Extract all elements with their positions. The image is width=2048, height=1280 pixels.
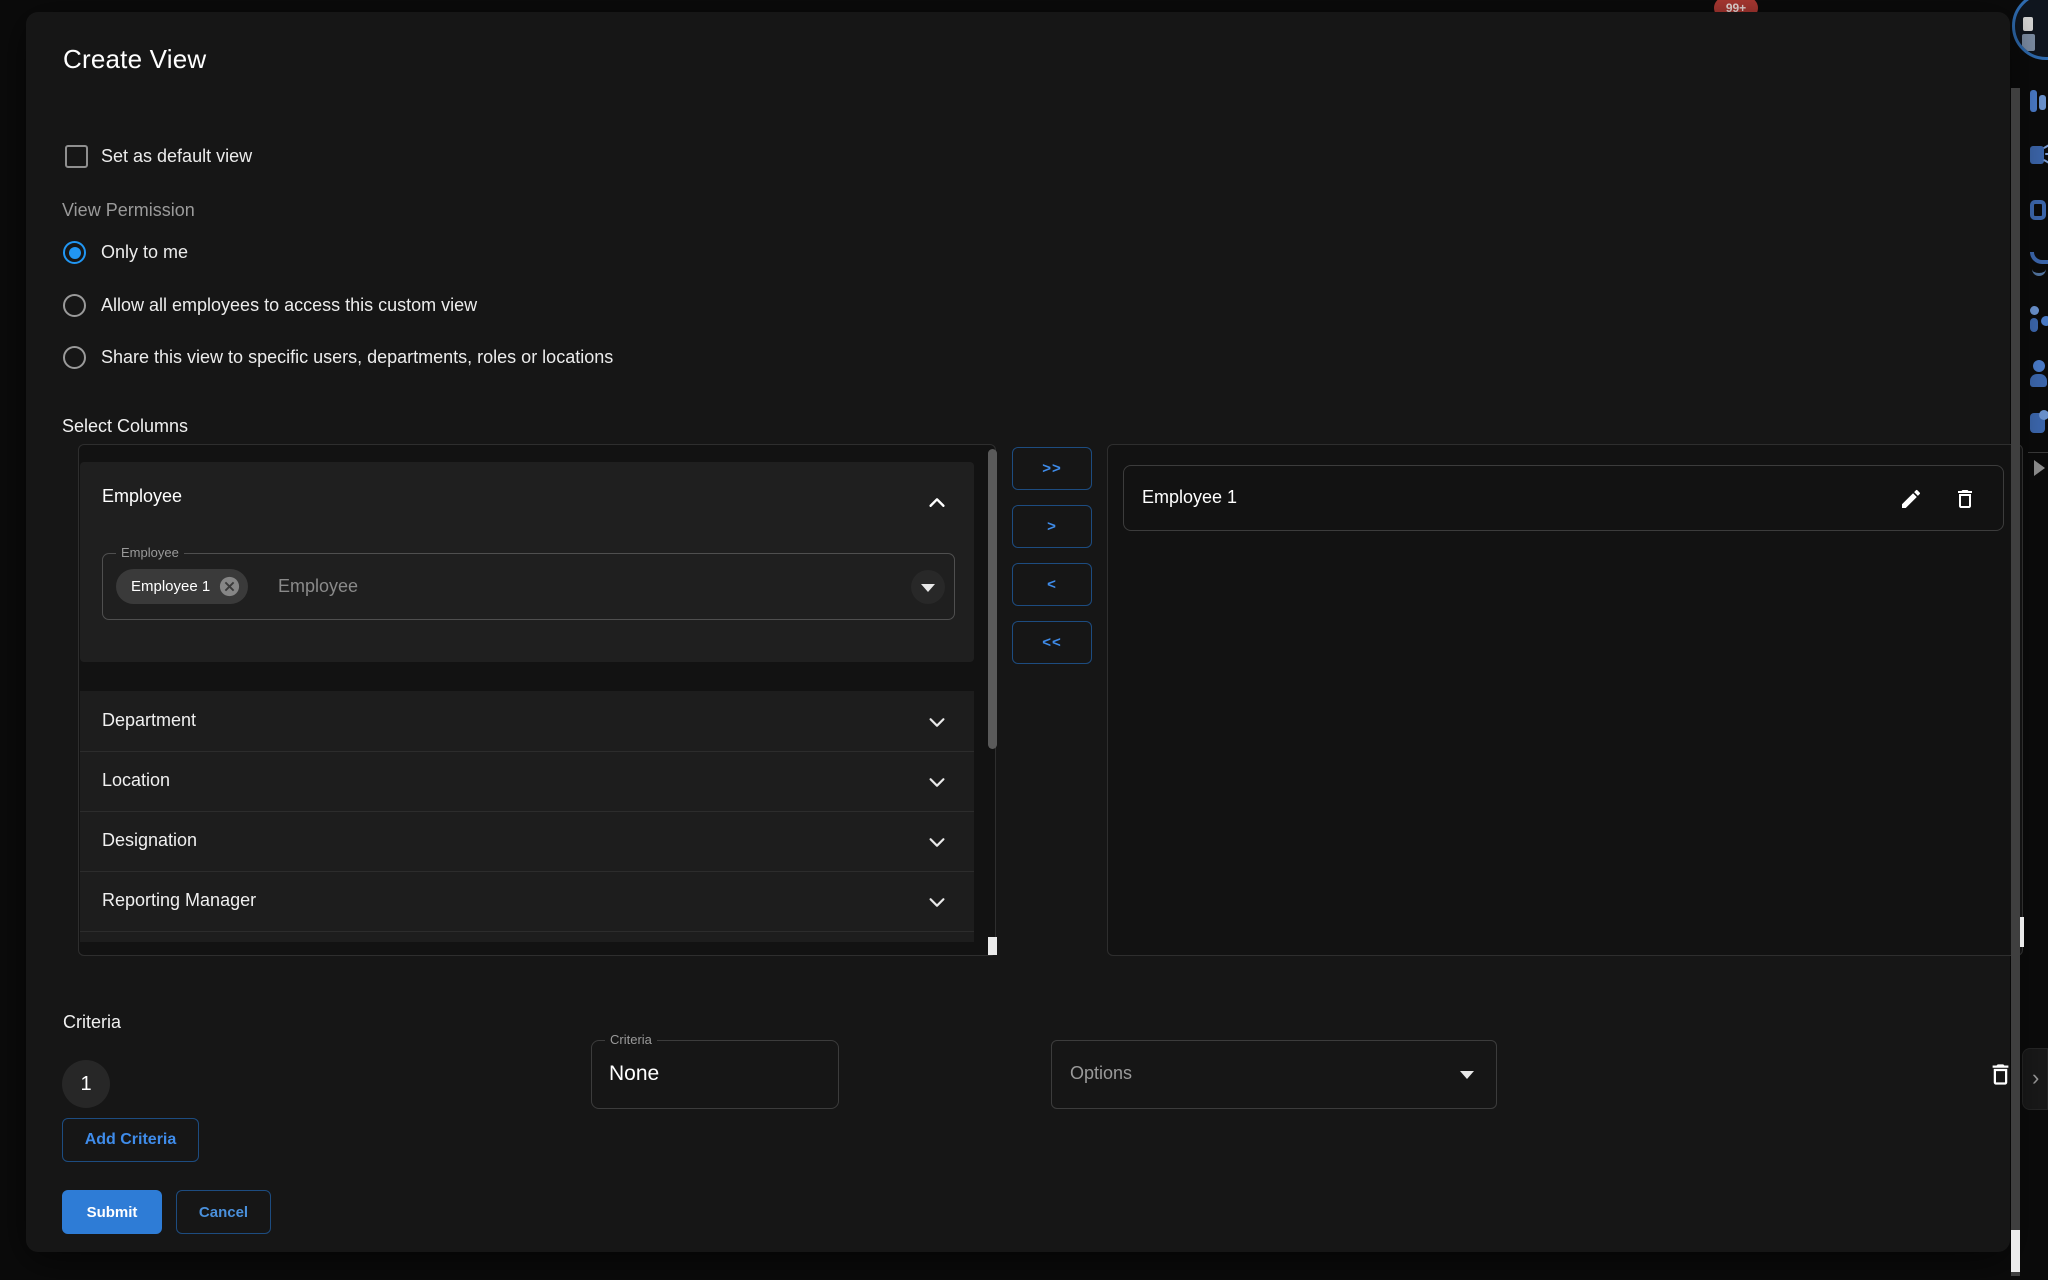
bar-shape	[2030, 90, 2037, 112]
rect-shape	[2030, 200, 2046, 220]
available-columns-panel: Employee Employee Employee 1	[78, 444, 996, 956]
radio-share-specific-label: Share this view to specific users, depar…	[101, 347, 613, 368]
accordion-employee: Employee Employee Employee 1	[80, 462, 974, 662]
accordion-partial-row	[80, 931, 974, 942]
accordion-reporting-manager-label: Reporting Manager	[102, 890, 256, 911]
person-icon[interactable]	[2030, 360, 2048, 386]
pill-shape	[2030, 318, 2038, 332]
accordion-designation[interactable]: Designation	[80, 811, 974, 871]
screen: 99+ › Create View	[0, 0, 2048, 1280]
dot-shape	[2041, 316, 2048, 326]
trash-icon	[1987, 1061, 2014, 1088]
move-right-button[interactable]: >	[1012, 505, 1092, 548]
employee-chip[interactable]: Employee 1	[116, 569, 248, 604]
add-criteria-button[interactable]: Add Criteria	[62, 1118, 199, 1162]
accordion-department-label: Department	[102, 710, 196, 731]
curve-shape	[2032, 268, 2046, 276]
chevron-up-icon	[926, 492, 948, 514]
accordion-department[interactable]: Department	[80, 691, 974, 751]
box-shape	[2030, 146, 2044, 164]
avatar-image-fragment	[2022, 34, 2035, 51]
accordion-reporting-manager[interactable]: Reporting Manager	[80, 871, 974, 931]
set-default-checkbox[interactable]	[65, 145, 88, 168]
create-view-dialog: Create View Set as default view View Per…	[26, 12, 2010, 1252]
caret-down-icon	[1460, 1071, 1474, 1079]
divider	[80, 931, 974, 932]
radio-all-employees-label: Allow all employees to access this custo…	[101, 295, 477, 316]
divider	[80, 751, 974, 752]
accordion-location-label: Location	[102, 770, 170, 791]
trash-icon	[1953, 487, 1977, 511]
head-shape	[2033, 360, 2045, 372]
org-chart-icon[interactable]	[2030, 306, 2048, 332]
set-default-label: Set as default view	[101, 146, 252, 167]
swoosh-icon[interactable]	[2030, 252, 2048, 278]
columns-chart-icon[interactable]	[2030, 88, 2048, 114]
sidebar-divider	[2028, 452, 2048, 453]
divider	[80, 871, 974, 872]
device-icon[interactable]	[2030, 198, 2048, 224]
accordion-designation-label: Designation	[102, 830, 197, 851]
selected-column-row: Employee 1	[1123, 465, 2004, 531]
chip-cancel-icon[interactable]	[218, 575, 241, 598]
dot-shape	[2030, 306, 2039, 315]
task-check-icon[interactable]	[2030, 410, 2048, 436]
available-panel-hscroll-thumb[interactable]	[988, 937, 997, 955]
criteria-row-number: 1	[62, 1060, 110, 1108]
modal-scrollbar-thumb[interactable]	[2011, 1230, 2020, 1272]
select-columns-label: Select Columns	[62, 416, 188, 437]
pencil-icon	[1899, 487, 1923, 511]
modal-scrollbar[interactable]	[2011, 88, 2020, 1276]
ray-shape	[2043, 143, 2048, 149]
chevron-right-icon: ›	[2032, 1065, 2039, 1090]
radio-share-specific[interactable]	[63, 346, 86, 369]
chevron-down-icon	[926, 891, 948, 913]
criteria-section-label: Criteria	[63, 1012, 121, 1033]
radio-only-to-me-label: Only to me	[101, 242, 188, 263]
field-dropdown-button[interactable]	[911, 570, 945, 604]
available-panel-scrollbar-thumb[interactable]	[988, 449, 997, 749]
selected-column-label: Employee 1	[1142, 487, 1237, 508]
bar-shape	[2039, 95, 2046, 110]
edit-column-button[interactable]	[1895, 483, 1927, 515]
view-permission-label: View Permission	[62, 200, 195, 221]
avatar[interactable]	[2012, 0, 2048, 60]
radio-only-to-me[interactable]	[63, 241, 86, 264]
employee-multiselect-field[interactable]: Employee Employee 1	[102, 553, 955, 620]
options-dropdown[interactable]: Options	[1051, 1040, 1497, 1109]
criteria-field[interactable]: Criteria None	[591, 1040, 839, 1109]
move-left-button[interactable]: <	[1012, 563, 1092, 606]
chevron-down-icon	[926, 831, 948, 853]
body-shape	[2030, 374, 2047, 387]
accordion-employee-header[interactable]: Employee	[80, 462, 974, 522]
check-shape	[2039, 410, 2048, 420]
chevron-down-icon	[926, 771, 948, 793]
submit-button[interactable]: Submit	[62, 1190, 162, 1234]
options-placeholder: Options	[1070, 1063, 1132, 1084]
employee-field-legend: Employee	[116, 545, 184, 560]
curve-shape	[2030, 252, 2048, 264]
delete-column-button[interactable]	[1949, 483, 1981, 515]
selected-columns-panel: Employee 1	[1107, 444, 2023, 956]
accordion-location[interactable]: Location	[80, 751, 974, 811]
employee-search-input[interactable]	[278, 568, 678, 604]
radio-all-employees[interactable]	[63, 294, 86, 317]
dialog-title: Create View	[63, 44, 206, 75]
employee-chip-label: Employee 1	[131, 578, 210, 595]
caret-down-icon	[921, 584, 935, 592]
expand-arrow-icon[interactable]	[2034, 460, 2045, 476]
accordion-employee-title: Employee	[102, 486, 182, 507]
divider	[80, 811, 974, 812]
criteria-field-value: None	[609, 1062, 659, 1086]
move-all-left-button[interactable]: <<	[1012, 621, 1092, 664]
cancel-button[interactable]: Cancel	[176, 1190, 271, 1234]
collapsed-panel-toggle[interactable]: ›	[2022, 1048, 2048, 1110]
criteria-field-legend: Criteria	[605, 1032, 657, 1047]
chevron-down-icon	[926, 711, 948, 733]
avatar-image-fragment	[2023, 17, 2033, 31]
announcement-icon[interactable]	[2030, 143, 2048, 169]
move-all-right-button[interactable]: >>	[1012, 447, 1092, 490]
